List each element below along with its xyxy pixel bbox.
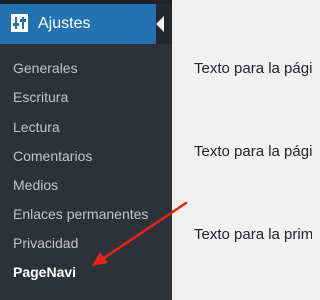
admin-sidebar: Ajustes Generales Escritura Lectura Come… <box>0 0 172 300</box>
menu-item-ajustes-label: Ajustes <box>38 15 91 32</box>
submenu-item-comentarios[interactable]: Comentarios <box>13 148 92 164</box>
submenu-item-lectura[interactable]: Lectura <box>13 119 60 135</box>
settings-content: Texto para la págin Texto para la págin … <box>172 0 312 300</box>
content-text-line: Texto para la prim <box>194 226 312 243</box>
submenu-item-pagenavi[interactable]: PageNavi <box>13 264 76 280</box>
ajustes-submenu: Generales Escritura Lectura Comentarios … <box>0 44 172 300</box>
settings-sliders-icon <box>11 14 28 32</box>
submenu-item-privacidad[interactable]: Privacidad <box>13 235 78 251</box>
submenu-item-enlaces-permanentes[interactable]: Enlaces permanentes <box>13 206 148 222</box>
content-text-line: Texto para la págin <box>194 60 312 77</box>
content-text-line: Texto para la págin <box>194 143 312 160</box>
active-menu-pointer <box>156 16 164 32</box>
submenu-item-generales[interactable]: Generales <box>13 60 78 76</box>
submenu-item-medios[interactable]: Medios <box>13 177 58 193</box>
submenu-item-escritura[interactable]: Escritura <box>13 89 68 105</box>
menu-item-ajustes[interactable]: Ajustes <box>0 4 156 44</box>
